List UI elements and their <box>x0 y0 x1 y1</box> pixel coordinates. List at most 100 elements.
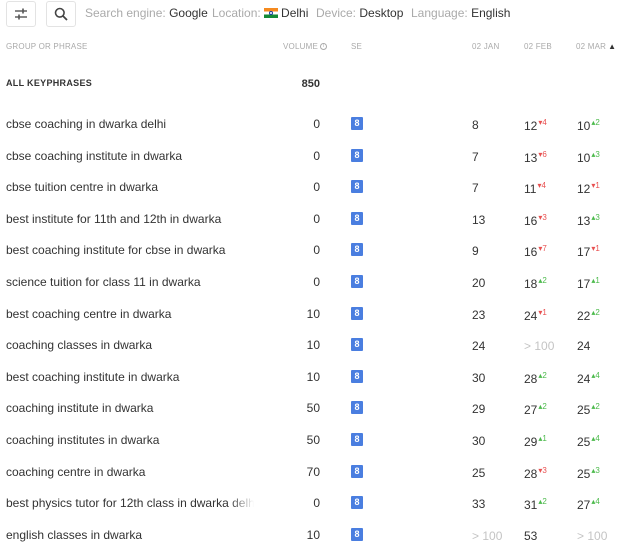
position-02-feb[interactable]: 12▾4 <box>524 118 547 133</box>
keyphrase-text[interactable]: best coaching centre in dwarka <box>6 307 254 321</box>
google-engine-icon[interactable]: 8 <box>351 369 363 383</box>
position-02-jan[interactable]: > 100 <box>472 529 502 543</box>
google-engine-icon[interactable]: 8 <box>351 148 363 162</box>
position-02-mar[interactable]: 25▴2 <box>577 402 600 417</box>
search-engine-setting[interactable]: Search engine: Google <box>85 6 208 20</box>
position-02-jan[interactable]: 33 <box>472 497 485 511</box>
keyphrase-text[interactable]: best institute for 11th and 12th in dwar… <box>6 212 254 226</box>
keyphrase-text[interactable]: cbse tuition centre in dwarka <box>6 180 254 194</box>
table-row[interactable]: best physics tutor for 12th class in dwa… <box>0 494 623 514</box>
position-02-mar[interactable]: > 100 <box>577 529 607 543</box>
position-02-feb[interactable]: 28▴2 <box>524 371 547 386</box>
position-02-feb[interactable]: 31▴2 <box>524 497 547 512</box>
position-02-jan[interactable]: 30 <box>472 434 485 448</box>
position-02-feb[interactable]: 27▴2 <box>524 402 547 417</box>
position-02-mar[interactable]: 17▾1 <box>577 244 600 259</box>
table-row[interactable]: science tuition for class 11 in dwarka 0 8… <box>0 273 623 293</box>
column-header-02-mar[interactable]: 02 MAR ▲ <box>576 42 616 51</box>
position-value: 31 <box>524 498 538 513</box>
column-header-phrase[interactable]: GROUP OR PHRASE <box>6 42 88 51</box>
position-02-feb[interactable]: 11▾4 <box>524 181 546 196</box>
table-row[interactable]: best institute for 11th and 12th in dwar… <box>0 210 623 230</box>
position-02-jan[interactable]: 24 <box>472 339 485 353</box>
google-engine-icon[interactable]: 8 <box>351 433 363 446</box>
position-02-jan[interactable]: 20 <box>472 276 485 290</box>
google-engine-icon[interactable]: 8 <box>351 275 363 288</box>
position-02-jan[interactable]: 7 <box>472 181 479 195</box>
position-02-jan[interactable]: 7 <box>472 150 479 164</box>
position-02-mar[interactable]: 10▴3 <box>577 150 600 165</box>
google-engine-icon[interactable]: 8 <box>351 338 363 352</box>
table-row[interactable]: coaching centre in dwarka 70 8 25 28▾3 25▴3 <box>0 463 623 483</box>
location-setting[interactable]: Location: Delhi <box>212 6 308 20</box>
position-02-jan[interactable]: 23 <box>472 308 485 322</box>
google-engine-icon[interactable]: 8 <box>351 496 363 510</box>
google-engine-icon[interactable]: 8 <box>351 527 363 541</box>
position-02-mar[interactable]: 17▴1 <box>577 276 600 291</box>
search-button[interactable] <box>46 1 76 27</box>
google-engine-icon[interactable]: 8 <box>351 464 363 478</box>
device-setting[interactable]: Device: Desktop <box>316 6 403 20</box>
keyphrase-text[interactable]: coaching institute in dwarka <box>6 401 254 415</box>
keyphrase-text[interactable]: cbse coaching in dwarka delhi <box>6 117 254 131</box>
google-engine-icon[interactable]: 8 <box>351 180 363 194</box>
position-02-feb[interactable]: 13▾6 <box>524 150 547 165</box>
position-02-feb[interactable]: 53 <box>524 529 537 543</box>
keyphrase-text[interactable]: best coaching institute for cbse in dwar… <box>6 243 254 257</box>
position-02-feb[interactable]: 16▾3 <box>524 213 547 228</box>
info-icon[interactable]: i <box>320 43 327 50</box>
position-02-mar[interactable]: 24 <box>577 339 590 353</box>
google-engine-icon[interactable]: 8 <box>351 401 363 415</box>
column-header-se[interactable]: SE <box>351 42 362 51</box>
position-02-feb[interactable]: 24▾1 <box>524 308 547 323</box>
table-row[interactable]: cbse tuition centre in dwarka 0 8 7 11▾4 12▾1 <box>0 178 623 198</box>
position-value: 7 <box>472 181 479 196</box>
table-row[interactable]: english classes in dwarka 10 8 > 100 53 > 100 <box>0 526 623 546</box>
language-setting[interactable]: Language: English <box>411 6 510 20</box>
table-row[interactable]: cbse coaching institute in dwarka 0 8 7 13▾6… <box>0 147 623 167</box>
filters-button[interactable] <box>6 1 36 27</box>
table-row[interactable]: best coaching institute in dwarka 10 8 30 28… <box>0 368 623 388</box>
google-engine-icon[interactable]: 8 <box>351 243 363 257</box>
keyphrase-text[interactable]: coaching institutes in dwarka <box>6 433 254 447</box>
keyphrase-text[interactable]: science tuition for class 11 in dwarka <box>6 275 254 289</box>
position-02-jan[interactable]: 30 <box>472 371 485 385</box>
position-02-mar[interactable]: 22▴2 <box>577 308 600 323</box>
position-02-mar[interactable]: 25▴4 <box>577 434 600 449</box>
position-02-mar[interactable]: 25▴3 <box>577 466 600 481</box>
table-row[interactable]: best coaching centre in dwarka 10 8 23 24▾1 2… <box>0 305 623 325</box>
all-keyphrases-row[interactable]: ALL KEYPHRASES 850 <box>0 78 623 92</box>
keyphrase-text[interactable]: cbse coaching institute in dwarka <box>6 149 254 163</box>
position-02-jan[interactable]: 29 <box>472 402 485 416</box>
keyphrase-text[interactable]: best physics tutor for 12th class in dwa… <box>6 496 254 510</box>
position-02-feb[interactable]: > 100 <box>524 339 554 353</box>
keyphrase-text[interactable]: best coaching institute in dwarka <box>6 370 254 384</box>
keyphrase-text[interactable]: coaching classes in dwarka <box>6 338 254 352</box>
google-engine-icon[interactable]: 8 <box>351 117 363 130</box>
position-02-jan[interactable]: 8 <box>472 118 479 132</box>
table-row[interactable]: cbse coaching in dwarka delhi 0 8 8 12▾4 10▴2 <box>0 115 623 135</box>
table-row[interactable]: coaching institute in dwarka 50 8 29 27▴2 25▴… <box>0 399 623 419</box>
position-02-mar[interactable]: 10▴2 <box>577 118 600 133</box>
position-02-jan[interactable]: 13 <box>472 213 485 227</box>
position-02-jan[interactable]: 9 <box>472 244 479 258</box>
keyphrase-text[interactable]: english classes in dwarka <box>6 528 254 542</box>
position-02-mar[interactable]: 12▾1 <box>577 181 600 196</box>
position-02-mar[interactable]: 13▴3 <box>577 213 600 228</box>
table-row[interactable]: coaching classes in dwarka 10 8 24 > 100 24 <box>0 336 623 356</box>
position-02-feb[interactable]: 16▾7 <box>524 244 547 259</box>
keyphrase-text[interactable]: coaching centre in dwarka <box>6 465 254 479</box>
table-row[interactable]: coaching institutes in dwarka 50 8 30 29▴1 25… <box>0 431 623 451</box>
position-02-feb[interactable]: 18▴2 <box>524 276 547 291</box>
position-02-mar[interactable]: 27▴4 <box>577 497 600 512</box>
position-02-jan[interactable]: 25 <box>472 466 485 480</box>
column-header-02-feb[interactable]: 02 FEB <box>524 42 552 51</box>
position-02-feb[interactable]: 28▾3 <box>524 466 547 481</box>
column-header-volume[interactable]: VOLUME i <box>283 42 327 51</box>
position-02-mar[interactable]: 24▴4 <box>577 371 600 386</box>
position-02-feb[interactable]: 29▴1 <box>524 434 547 449</box>
column-header-02-jan[interactable]: 02 JAN <box>472 42 499 51</box>
table-row[interactable]: best coaching institute for cbse in dwar… <box>0 241 623 261</box>
google-engine-icon[interactable]: 8 <box>351 211 363 225</box>
google-engine-icon[interactable]: 8 <box>351 306 363 320</box>
